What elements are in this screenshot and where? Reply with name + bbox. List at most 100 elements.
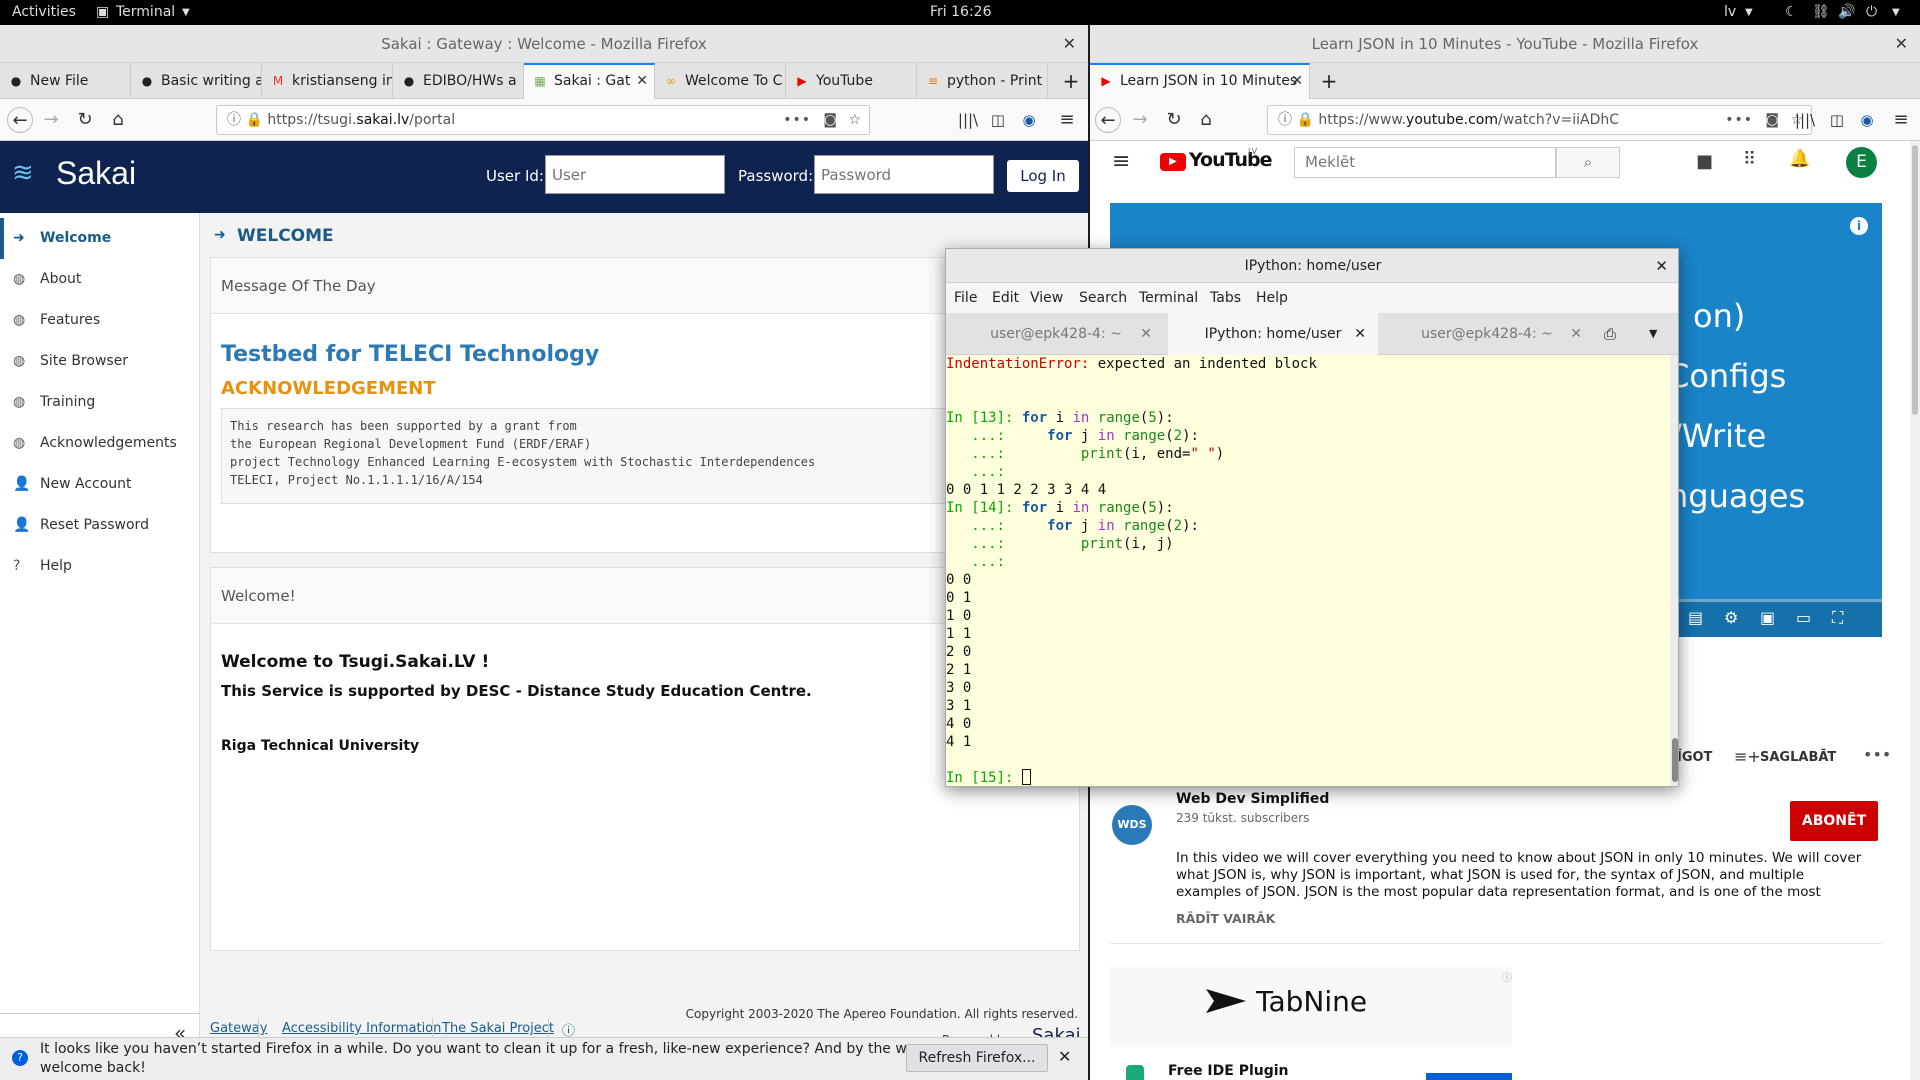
close-tab-icon[interactable]: ✕ bbox=[1140, 313, 1152, 355]
share-label[interactable]: ĪGOT bbox=[1677, 750, 1712, 765]
reload-button[interactable]: ↻ bbox=[72, 107, 98, 133]
new-tab-button[interactable]: + bbox=[1314, 63, 1344, 99]
page-actions-icon[interactable]: ••• bbox=[1725, 106, 1753, 134]
close-icon[interactable]: ✕ bbox=[1895, 25, 1908, 63]
url-bar[interactable]: ⓘ 🔒 https://www.youtube.com/watch?v=iiAD… bbox=[1267, 105, 1812, 135]
password-input[interactable] bbox=[814, 155, 994, 194]
ad-cta-button[interactable] bbox=[1426, 1073, 1512, 1080]
ad-banner[interactable]: TabNine ⓘ bbox=[1110, 967, 1512, 1047]
sidebar-item-new-account[interactable]: 👤 New Account bbox=[0, 464, 200, 505]
settings-gear-icon[interactable]: ⚙ bbox=[1724, 608, 1738, 627]
app-menu-label[interactable]: Terminal bbox=[116, 4, 175, 20]
menu-view[interactable]: View bbox=[1030, 283, 1063, 313]
avatar[interactable]: E bbox=[1846, 147, 1877, 178]
terminal-scrollbar[interactable] bbox=[1670, 355, 1678, 786]
channel-name[interactable]: Web Dev Simplified bbox=[1176, 791, 1329, 807]
terminal-output[interactable]: IndentationError: expected an indented b… bbox=[946, 355, 1670, 786]
youtube-logo[interactable]: YouTube bbox=[1189, 149, 1272, 171]
sidebar-item-site-browser[interactable]: ◍ Site Browser bbox=[0, 341, 200, 382]
window-titlebar[interactable]: Learn JSON in 10 Minutes - YouTube - Moz… bbox=[1090, 25, 1920, 63]
reload-button[interactable]: ↻ bbox=[1161, 107, 1187, 133]
tab-new-file[interactable]: ● New File bbox=[0, 63, 131, 99]
url-bar[interactable]: ⓘ 🔒 https://tsugi.sakai.lv/portal ••• ◙ … bbox=[216, 105, 870, 135]
new-tab-button[interactable]: + bbox=[1056, 63, 1086, 99]
back-button[interactable]: ← bbox=[7, 107, 33, 133]
subscribe-button[interactable]: ABONĒT bbox=[1790, 801, 1878, 841]
menu-edit[interactable]: Edit bbox=[992, 283, 1019, 313]
more-actions-icon[interactable]: ••• bbox=[1863, 745, 1891, 764]
activities-button[interactable]: Activities bbox=[12, 4, 76, 20]
sidebar-item-training[interactable]: ◍ Training bbox=[0, 382, 200, 423]
chevron-down-icon[interactable]: ▼ bbox=[1649, 313, 1657, 355]
login-button[interactable]: Log In bbox=[1007, 160, 1079, 192]
menu-search[interactable]: Search bbox=[1079, 283, 1127, 313]
menu-file[interactable]: File bbox=[954, 283, 977, 313]
hamburger-menu-icon[interactable]: ≡ bbox=[1054, 107, 1080, 133]
menu-help[interactable]: Help bbox=[1256, 283, 1288, 313]
forward-button[interactable]: → bbox=[38, 107, 64, 133]
keyboard-layout[interactable]: lv bbox=[1724, 4, 1736, 20]
sidebar-item-about[interactable]: ◍ About bbox=[0, 259, 200, 300]
library-icon[interactable]: |||\ bbox=[955, 107, 981, 133]
userid-input[interactable] bbox=[545, 155, 725, 194]
clock[interactable]: Fri 16:26 bbox=[930, 4, 991, 20]
close-tab-icon[interactable]: ✕ bbox=[1291, 65, 1303, 97]
show-more-button[interactable]: RĀDĪT VAIRĀK bbox=[1176, 911, 1275, 926]
menu-tabs[interactable]: Tabs bbox=[1210, 283, 1241, 313]
search-icon[interactable]: ⌕ bbox=[1556, 147, 1620, 178]
sidebar-item-acknowledgements[interactable]: ◍ Acknowledgements bbox=[0, 423, 200, 464]
subtitles-icon[interactable]: ▤ bbox=[1688, 608, 1703, 627]
menu-terminal[interactable]: Terminal bbox=[1139, 283, 1198, 313]
footer-link-accessibility[interactable]: Accessibility Information bbox=[282, 1021, 441, 1036]
scrollbar[interactable] bbox=[1910, 141, 1920, 1080]
sidebar-icon[interactable]: ◫ bbox=[985, 107, 1011, 133]
notifications-bell-icon[interactable]: 🔔 bbox=[1789, 149, 1810, 169]
tab-python-print[interactable]: ≡ python - Print bbox=[917, 63, 1048, 99]
home-button[interactable]: ⌂ bbox=[1193, 107, 1219, 133]
tab-welcome-to[interactable]: ∞ Welcome To C bbox=[655, 63, 786, 99]
tab-youtube[interactable]: ▶ YouTube bbox=[786, 63, 917, 99]
bookmark-star-icon[interactable]: ☆ bbox=[848, 106, 861, 134]
hamburger-menu-icon[interactable]: ≡ bbox=[1888, 107, 1914, 133]
sidebar-item-help[interactable]: ? Help bbox=[0, 546, 200, 587]
terminal-titlebar[interactable]: IPython: home/user ✕ bbox=[946, 249, 1678, 283]
fullscreen-icon[interactable]: ⛶ bbox=[1832, 608, 1843, 628]
forward-button[interactable]: → bbox=[1127, 107, 1153, 133]
tab-basic-writing[interactable]: ● Basic writing a bbox=[131, 63, 262, 99]
terminal-tab-1[interactable]: user@epk428-4: ~ ✕ bbox=[946, 313, 1166, 355]
close-tab-icon[interactable]: ✕ bbox=[1570, 313, 1582, 355]
page-actions-icon[interactable]: ••• bbox=[783, 106, 811, 134]
power-icon[interactable]: ⏻ bbox=[1866, 4, 1877, 20]
home-button[interactable]: ⌂ bbox=[105, 107, 131, 133]
theater-mode-icon[interactable]: ▭ bbox=[1796, 608, 1811, 627]
refresh-firefox-button[interactable]: Refresh Firefox... bbox=[906, 1044, 1048, 1072]
video-camera-icon[interactable]: ■ bbox=[1696, 151, 1713, 172]
tab-sakai[interactable]: ▦ Sakai : Gat ✕ bbox=[524, 63, 655, 99]
terminal-tab-3[interactable]: user@epk428-4: ~ ✕ bbox=[1382, 313, 1592, 355]
ad-info-icon[interactable]: ⓘ bbox=[1502, 969, 1512, 984]
sidebar-item-features[interactable]: ◍ Features bbox=[0, 300, 200, 341]
hamburger-menu-icon[interactable]: ≡ bbox=[1112, 149, 1130, 174]
back-button[interactable]: ← bbox=[1095, 107, 1121, 133]
youtube-search-input[interactable]: Meklēt bbox=[1294, 147, 1556, 178]
close-tab-icon[interactable]: ✕ bbox=[1354, 313, 1366, 355]
window-titlebar[interactable]: Sakai : Gateway : Welcome - Mozilla Fire… bbox=[0, 25, 1088, 63]
tab-gmail[interactable]: Mkristianseng in bbox=[262, 63, 393, 99]
library-icon[interactable]: |||\ bbox=[1792, 107, 1818, 133]
pocket-icon[interactable]: ◙ bbox=[823, 106, 837, 134]
tab-edibo[interactable]: ● EDIBO/HWs a bbox=[393, 63, 524, 99]
tab-learn-json[interactable]: ▶ Learn JSON in 10 Minutes ✕ bbox=[1090, 63, 1310, 99]
close-icon[interactable]: ✕ bbox=[1058, 1047, 1071, 1066]
channel-avatar[interactable]: WDS bbox=[1112, 805, 1152, 845]
account-icon[interactable]: ◉ bbox=[1016, 107, 1042, 133]
miniplayer-icon[interactable]: ▣ bbox=[1760, 608, 1775, 627]
close-icon[interactable]: ✕ bbox=[1655, 249, 1668, 283]
pocket-icon[interactable]: ◙ bbox=[1765, 106, 1779, 134]
add-to-playlist-icon[interactable]: ≡+ bbox=[1734, 747, 1761, 766]
close-tab-icon[interactable]: ✕ bbox=[636, 65, 648, 97]
account-icon[interactable]: ◉ bbox=[1854, 107, 1880, 133]
info-icon[interactable]: i bbox=[1850, 217, 1868, 235]
scrollbar-thumb[interactable] bbox=[1912, 145, 1918, 415]
footer-link-sakai-project[interactable]: The Sakai Project bbox=[442, 1021, 554, 1036]
sidebar-icon[interactable]: ◫ bbox=[1824, 107, 1850, 133]
